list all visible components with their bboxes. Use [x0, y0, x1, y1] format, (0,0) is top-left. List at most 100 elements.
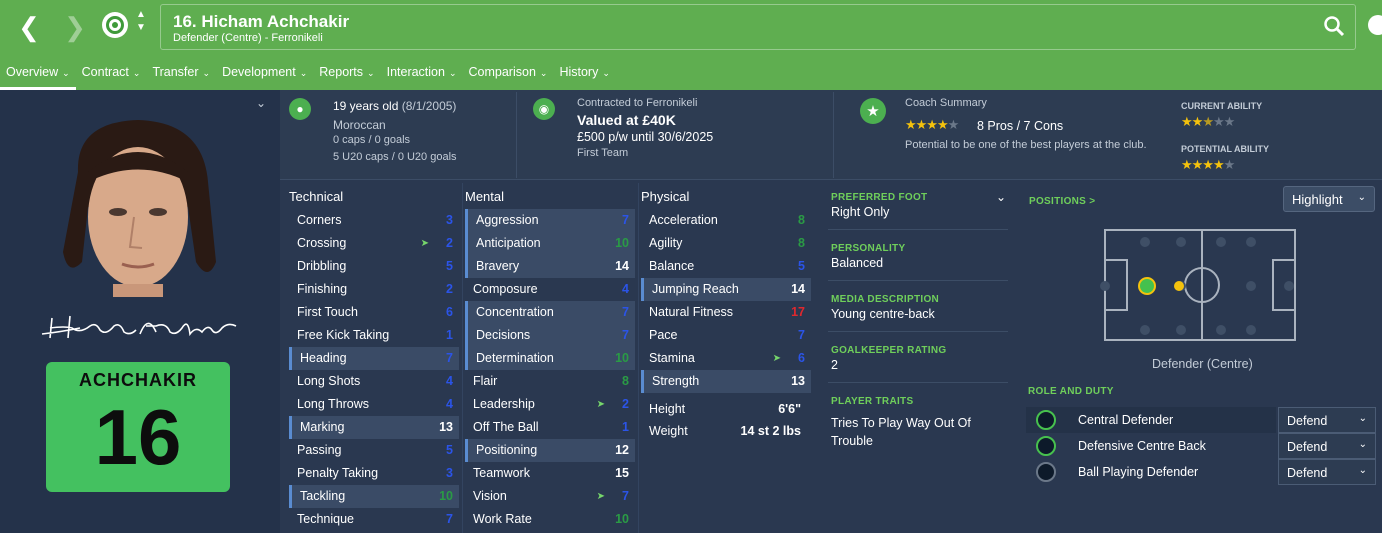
- u20-caps: 5 U20 caps / 0 U20 goals: [333, 151, 457, 163]
- preferred-foot-label: PREFERRED FOOT: [831, 192, 928, 203]
- physical-attr-row[interactable]: Natural Fitness 17: [641, 301, 811, 324]
- technical-attr-row[interactable]: First Touch 6: [289, 301, 459, 324]
- pros-cons: 8 Pros / 7 Cons: [977, 119, 1064, 133]
- up-down-icon[interactable]: ▲ ▼: [134, 8, 148, 34]
- tab-comparison[interactable]: Comparison ⌄: [463, 62, 554, 90]
- player-signature: [41, 315, 237, 339]
- attr-label: Aggression: [476, 213, 539, 227]
- details-separator: [828, 280, 1008, 281]
- attr-label: Free Kick Taking: [297, 328, 390, 342]
- mental-attr-row[interactable]: Aggression 7: [465, 209, 635, 232]
- technical-attr-row[interactable]: Dribbling 5: [289, 255, 459, 278]
- improve-arrow-icon: ➤: [420, 238, 429, 249]
- physical-attr-row[interactable]: Jumping Reach 14: [641, 278, 811, 301]
- technical-attr-row[interactable]: Marking 13: [289, 416, 459, 439]
- physical-attr-row[interactable]: Pace 7: [641, 324, 811, 347]
- tab-contract[interactable]: Contract ⌄: [76, 62, 147, 90]
- duty-dropdown[interactable]: Defend ⌄: [1278, 459, 1376, 485]
- mental-attr-row[interactable]: Determination 10: [465, 347, 635, 370]
- attr-value: 10: [615, 236, 629, 250]
- role-duty-label: ROLE AND DUTY: [1028, 386, 1114, 397]
- weight-label: Weight: [649, 424, 688, 438]
- tab-history[interactable]: History ⌄: [553, 62, 615, 90]
- tab-development[interactable]: Development ⌄: [216, 62, 313, 90]
- physical-attr-row[interactable]: Acceleration 8: [641, 209, 811, 232]
- technical-attr-row[interactable]: Long Shots 4: [289, 370, 459, 393]
- coach-stars: ★★★★★: [905, 117, 959, 132]
- mental-attr-row[interactable]: Bravery 14: [465, 255, 635, 278]
- attr-value: 12: [615, 443, 629, 457]
- player-dob: (8/1/2005): [401, 99, 457, 113]
- technical-attr-row[interactable]: Tackling 10: [289, 485, 459, 508]
- attr-value: 8: [622, 374, 629, 388]
- mental-attr-row[interactable]: Positioning 12: [465, 439, 635, 462]
- tab-interaction[interactable]: Interaction ⌄: [381, 62, 463, 90]
- details-separator: [828, 229, 1008, 230]
- club-badge-icon[interactable]: [102, 12, 128, 38]
- role-row[interactable]: Ball Playing Defender: [1026, 459, 1276, 485]
- attr-value: 2: [622, 397, 629, 411]
- role-row[interactable]: Central Defender: [1026, 407, 1276, 433]
- technical-attr-row[interactable]: Penalty Taking 3: [289, 462, 459, 485]
- positions-link[interactable]: POSITIONS >: [1029, 196, 1095, 207]
- globe-icon[interactable]: [1368, 15, 1382, 35]
- improve-arrow-icon: ➤: [772, 353, 781, 364]
- potential-ability-stars: ★★★★★: [1181, 157, 1235, 172]
- highlight-dropdown[interactable]: Highlight ⌄: [1283, 186, 1375, 212]
- pitch-diagram: [1100, 229, 1296, 341]
- attr-label: Jumping Reach: [652, 282, 739, 296]
- mental-attr-row[interactable]: Work Rate 10: [465, 508, 635, 531]
- mental-attr-row[interactable]: Off The Ball 1: [465, 416, 635, 439]
- column-divider: [462, 183, 463, 533]
- info-divider: [516, 92, 517, 178]
- contract-with: Contracted to Ferronikeli: [577, 97, 698, 109]
- potential-ability-label: POTENTIAL ABILITY: [1181, 144, 1270, 154]
- attr-value: 8: [798, 236, 805, 250]
- current-ability-stars: ★★★★★: [1181, 114, 1235, 129]
- attr-label: Tackling: [300, 489, 346, 503]
- attr-value: 14: [791, 282, 805, 296]
- technical-attr-row[interactable]: Technique 7: [289, 508, 459, 531]
- details-chevron-icon[interactable]: ⌄: [996, 190, 1006, 204]
- duty-dropdown[interactable]: Defend ⌄: [1278, 407, 1376, 433]
- attr-label: Strength: [652, 374, 700, 388]
- duty-dropdown[interactable]: Defend ⌄: [1278, 433, 1376, 459]
- coach-summary-label: Coach Summary: [905, 97, 987, 109]
- forward-icon[interactable]: ❯: [60, 12, 90, 42]
- mental-attr-row[interactable]: Concentration 7: [465, 301, 635, 324]
- role-row[interactable]: Defensive Centre Back: [1026, 433, 1276, 459]
- attr-label: Bravery: [476, 259, 520, 273]
- physical-attr-row[interactable]: Agility 8: [641, 232, 811, 255]
- shirt-graphic: ACHCHAKIR 16: [46, 362, 230, 492]
- mental-attr-row[interactable]: Composure 4: [465, 278, 635, 301]
- tab-reports[interactable]: Reports ⌄: [313, 62, 380, 90]
- technical-attr-row[interactable]: Corners 3: [289, 209, 459, 232]
- attr-label: Vision: [473, 489, 507, 503]
- mental-attr-row[interactable]: Leadership ➤ 2: [465, 393, 635, 416]
- tab-overview[interactable]: Overview ⌄: [0, 62, 76, 90]
- goalkeeper-rating-value: 2: [831, 358, 838, 372]
- physical-attr-row[interactable]: Stamina ➤ 6: [641, 347, 811, 370]
- technical-attr-row[interactable]: Finishing 2: [289, 278, 459, 301]
- mental-attr-row[interactable]: Flair 8: [465, 370, 635, 393]
- secondary-position-marker: [1174, 281, 1184, 291]
- technical-attr-row[interactable]: Crossing ➤ 2: [289, 232, 459, 255]
- mental-attr-row[interactable]: Teamwork 15: [465, 462, 635, 485]
- attr-label: Marking: [300, 420, 345, 434]
- position-name: Defender (Centre): [1152, 357, 1253, 371]
- mental-attr-row[interactable]: Anticipation 10: [465, 232, 635, 255]
- physical-attr-row[interactable]: Strength 13: [641, 370, 811, 393]
- technical-attr-row[interactable]: Heading 7: [289, 347, 459, 370]
- technical-attr-row[interactable]: Long Throws 4: [289, 393, 459, 416]
- back-icon[interactable]: ❮: [14, 12, 44, 42]
- tab-transfer[interactable]: Transfer ⌄: [146, 62, 216, 90]
- technical-attr-row[interactable]: Passing 5: [289, 439, 459, 462]
- search-icon[interactable]: [1322, 14, 1346, 38]
- collapse-chevron-icon[interactable]: ⌄: [256, 96, 266, 110]
- attr-label: Stamina: [649, 351, 695, 365]
- mental-attr-row[interactable]: Vision ➤ 7: [465, 485, 635, 508]
- physical-attr-row[interactable]: Balance 5: [641, 255, 811, 278]
- technical-attr-row[interactable]: Free Kick Taking 1: [289, 324, 459, 347]
- player-wage: £500 p/w until 30/6/2025: [577, 130, 714, 144]
- mental-attr-row[interactable]: Decisions 7: [465, 324, 635, 347]
